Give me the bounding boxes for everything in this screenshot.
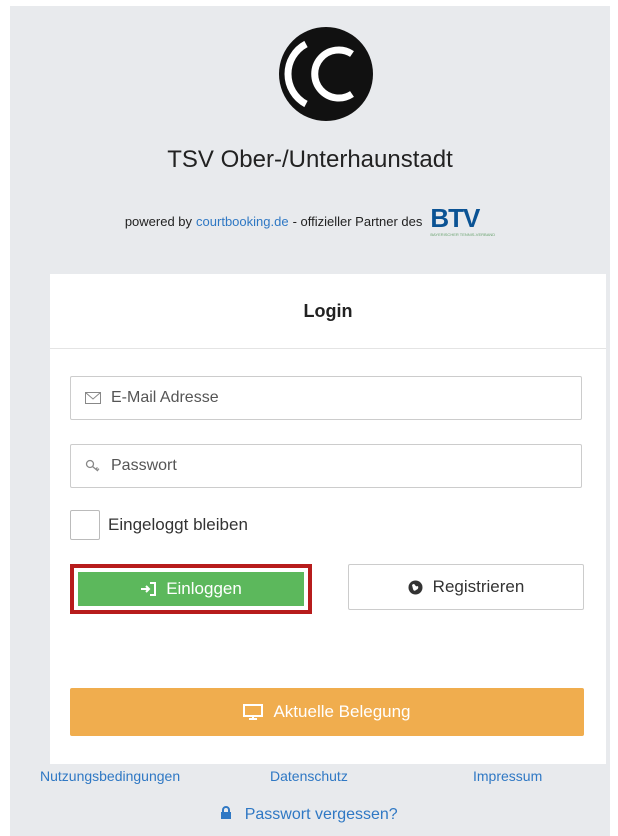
globe-icon	[408, 580, 423, 595]
login-card: Login Eingeloggt bleiben Einloggen	[50, 274, 606, 764]
powered-prefix: powered by	[124, 213, 193, 229]
remember-me: Eingeloggt bleiben	[70, 510, 248, 540]
footer-links: Nutzungsbedingungen Datenschutz Impressu…	[40, 768, 600, 788]
occupancy-button-label: Aktuelle Belegung	[273, 702, 411, 721]
register-button-label: Registrieren	[432, 577, 525, 596]
imprint-link[interactable]: Impressum	[473, 768, 542, 784]
terms-link[interactable]: Nutzungsbedingungen	[40, 768, 180, 784]
email-field[interactable]	[70, 376, 582, 420]
btv-logo-text: BTV	[430, 203, 480, 233]
envelope-icon	[85, 390, 101, 406]
forgot-password-label: Passwort vergessen?	[244, 806, 398, 823]
remember-label: Eingeloggt bleiben	[108, 515, 248, 534]
remember-checkbox[interactable]	[70, 510, 100, 540]
sign-in-icon	[140, 582, 157, 596]
login-button[interactable]: Einloggen	[78, 572, 304, 606]
occupancy-button[interactable]: Aktuelle Belegung	[70, 688, 584, 736]
btv-logo: BTV BAYERISCHER TENNIS-VERBAND	[430, 205, 495, 237]
login-button-highlight: Einloggen	[70, 564, 312, 614]
password-field[interactable]	[70, 444, 582, 488]
password-input[interactable]	[109, 456, 581, 476]
key-icon	[85, 458, 101, 474]
login-title: Login	[50, 274, 606, 349]
lock-icon	[220, 806, 236, 823]
email-input[interactable]	[109, 388, 581, 408]
register-button[interactable]: Registrieren	[348, 564, 584, 610]
btv-logo-subtext: BAYERISCHER TENNIS-VERBAND	[430, 232, 496, 237]
forgot-password-link[interactable]: Passwort vergessen?	[0, 806, 618, 824]
login-page: TSV Ober-/Unterhaunstadt powered by cour…	[10, 6, 610, 836]
powered-by-line: powered by courtbooking.de - offizieller…	[10, 201, 610, 241]
monitor-icon	[243, 704, 264, 720]
courtbooking-link[interactable]: courtbooking.de	[196, 214, 289, 229]
club-title: TSV Ober-/Unterhaunstadt	[167, 146, 453, 173]
powered-suffix: - offizieller Partner des	[292, 213, 423, 229]
privacy-link[interactable]: Datenschutz	[270, 768, 348, 784]
login-button-label: Einloggen	[166, 579, 242, 598]
tennis-ball-icon	[279, 27, 373, 121]
